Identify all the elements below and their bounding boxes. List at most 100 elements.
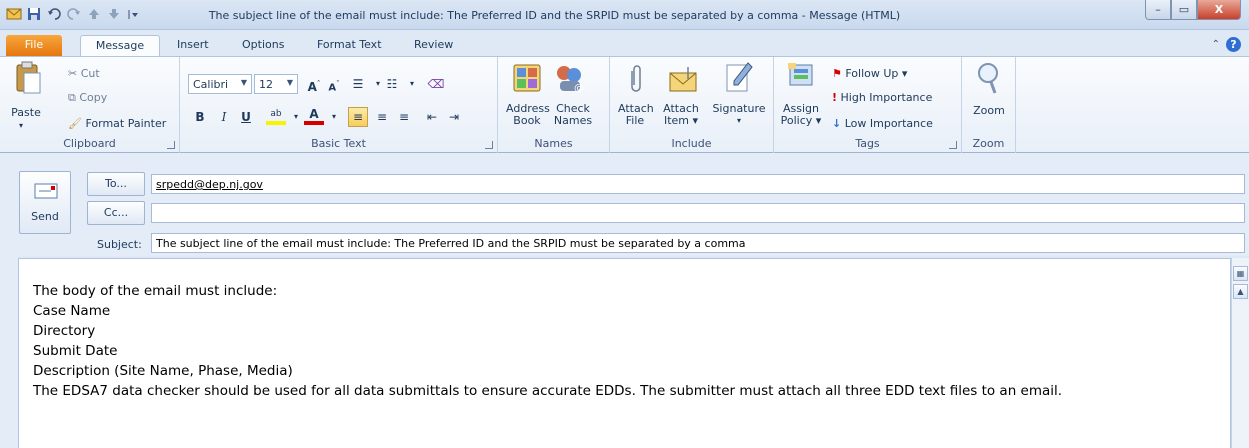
attach-file-label-line2: File	[625, 114, 645, 127]
outlook-message-window: The subject line of the email must inclu…	[0, 0, 1249, 448]
down-arrow-importance-icon: ↓	[832, 117, 842, 130]
tab-message[interactable]: Message	[80, 35, 160, 56]
paperclip-icon[interactable]	[626, 63, 646, 98]
align-right-icon[interactable]: ≡	[394, 107, 414, 127]
numbering-icon[interactable]: ☷	[382, 74, 402, 94]
decrease-indent-icon[interactable]: ⇤	[422, 107, 442, 127]
tags-launcher-icon[interactable]	[949, 141, 957, 149]
send-button[interactable]: Send	[19, 171, 71, 234]
format-painter-button[interactable]: 🖌 Format Painter	[68, 117, 166, 130]
bullets-icon[interactable]: ☰	[348, 74, 368, 94]
assign-policy-button[interactable]: Assign Policy ▾	[778, 103, 824, 127]
minimize-ribbon-icon[interactable]: ⌃	[1212, 39, 1220, 50]
signature-button[interactable]: Signature ▾	[708, 103, 770, 127]
to-field[interactable]: srpedd@dep.nj.gov	[151, 174, 1245, 194]
bold-icon[interactable]: B	[190, 107, 210, 127]
italic-icon[interactable]: I	[214, 107, 234, 127]
body-line: The EDSA7 data checker should be used fo…	[33, 383, 1063, 399]
cc-field[interactable]	[151, 203, 1245, 223]
body-line: Submit Date	[33, 343, 118, 359]
attach-item-label-line2: Item ▾	[663, 114, 699, 127]
tab-insert[interactable]: Insert	[167, 35, 219, 56]
scroll-up-icon[interactable]: ▲	[1233, 284, 1248, 299]
window-title: The subject line of the email must inclu…	[208, 9, 901, 22]
clipboard-launcher-icon[interactable]	[167, 141, 175, 149]
tab-file[interactable]: File	[6, 35, 62, 56]
group-clipboard: Paste ▾ ✂ Cut ⧉ Copy 🖌 Format Painter Cl…	[0, 57, 180, 153]
group-names: @ Address Book Check Names Names	[498, 57, 610, 153]
tab-format-text[interactable]: Format Text	[307, 35, 392, 56]
message-header: Send To... Cc... Subject: srpedd@dep.nj.…	[0, 153, 1249, 256]
paste-dropdown-icon[interactable]: ▾	[19, 121, 23, 130]
zoom-button[interactable]: Zoom	[966, 105, 1012, 117]
font-color-dropdown-icon[interactable]: ▾	[324, 107, 344, 127]
exclamation-icon: !	[832, 91, 838, 104]
font-color-icon[interactable]: A	[304, 107, 324, 125]
group-label-zoom: Zoom	[972, 137, 1005, 150]
check-names-icon[interactable]: @	[554, 63, 586, 96]
check-names-button[interactable]: Check Names	[552, 103, 594, 127]
increase-indent-icon[interactable]: ⇥	[444, 107, 464, 127]
format-painter-label: Format Painter	[85, 117, 167, 130]
vertical-scrollbar[interactable]: ▦ ▲	[1231, 258, 1249, 448]
message-body[interactable]: The body of the email must include: Case…	[18, 258, 1231, 448]
follow-up-button[interactable]: ⚑ Follow Up ▾	[832, 67, 907, 80]
paste-label[interactable]: Paste	[8, 107, 44, 119]
group-basic-text: Calibri ▼ 12 ▼ Aˆ Aˇ ☰ ▾ ☷ ▾ ⌫ B I U ab …	[180, 57, 498, 153]
to-button[interactable]: To...	[87, 172, 145, 196]
low-importance-button[interactable]: ↓ Low Importance	[832, 117, 933, 130]
highlight-dropdown-icon[interactable]: ▾	[286, 107, 306, 127]
group-include: Attach File Attach Item ▾ Signature ▾ In…	[610, 57, 774, 153]
address-book-button[interactable]: Address Book	[506, 103, 550, 127]
underline-icon[interactable]: U	[236, 107, 256, 127]
group-label-include: Include	[671, 137, 712, 150]
window-controls: – ▭ X	[1145, 0, 1241, 20]
align-left-icon[interactable]: ≡	[348, 107, 368, 127]
highlight-icon[interactable]: ab	[266, 107, 286, 125]
title-bar: The subject line of the email must inclu…	[0, 0, 1249, 30]
body-line: The body of the email must include:	[33, 283, 278, 299]
cc-button[interactable]: Cc...	[87, 201, 145, 225]
attach-item-button[interactable]: Attach Item ▾	[658, 103, 704, 127]
maximize-button[interactable]: ▭	[1171, 0, 1197, 20]
paste-icon	[16, 61, 41, 94]
grow-font-icon[interactable]: Aˆ	[304, 74, 324, 94]
font-size-value: 12	[259, 78, 273, 91]
align-center-icon[interactable]: ≡	[372, 107, 392, 127]
ribbon: Paste ▾ ✂ Cut ⧉ Copy 🖌 Format Painter Cl…	[0, 56, 1249, 153]
close-button[interactable]: X	[1197, 0, 1241, 20]
body-line: Description (Site Name, Phase, Media)	[33, 363, 293, 379]
shrink-font-icon[interactable]: Aˇ	[324, 74, 344, 94]
tab-review[interactable]: Review	[404, 35, 463, 56]
help-area: ⌃ ?	[1212, 37, 1241, 52]
cut-button[interactable]: ✂ Cut	[68, 67, 100, 80]
chevron-down-icon: ▼	[286, 78, 293, 87]
address-book-icon[interactable]	[512, 63, 542, 96]
ruler-toggle-icon[interactable]: ▦	[1233, 266, 1248, 281]
basic-text-launcher-icon[interactable]	[485, 141, 493, 149]
tab-options[interactable]: Options	[232, 35, 294, 56]
envelope-icon[interactable]	[668, 65, 700, 96]
copy-button[interactable]: ⧉ Copy	[68, 91, 107, 105]
ribbon-tabs: File Message Insert Options Format Text …	[0, 31, 1249, 56]
copy-label: Copy	[79, 91, 108, 104]
subject-field[interactable]: The subject line of the email must inclu…	[151, 233, 1245, 253]
svg-text:@: @	[574, 83, 584, 93]
minimize-button[interactable]: –	[1145, 0, 1171, 20]
font-name-select[interactable]: Calibri ▼	[188, 74, 252, 94]
chevron-down-icon: ▼	[240, 78, 247, 87]
attach-file-button[interactable]: Attach File	[618, 103, 654, 127]
help-icon[interactable]: ?	[1226, 37, 1241, 52]
paste-button[interactable]	[14, 61, 42, 95]
body-line: Case Name	[33, 303, 111, 319]
body-text: The body of the email must include: Case…	[33, 281, 1062, 401]
numbering-dropdown-icon[interactable]: ▾	[402, 74, 422, 94]
font-size-select[interactable]: 12 ▼	[254, 74, 298, 94]
magnifier-icon[interactable]	[974, 61, 1004, 98]
assign-policy-icon[interactable]	[786, 61, 816, 94]
send-icon	[34, 183, 58, 199]
signature-icon[interactable]	[724, 61, 754, 96]
clear-formatting-icon[interactable]: ⌫	[426, 74, 446, 94]
group-tags: Assign Policy ▾ ⚑ Follow Up ▾ ! High Imp…	[774, 57, 962, 153]
high-importance-button[interactable]: ! High Importance	[832, 91, 932, 104]
